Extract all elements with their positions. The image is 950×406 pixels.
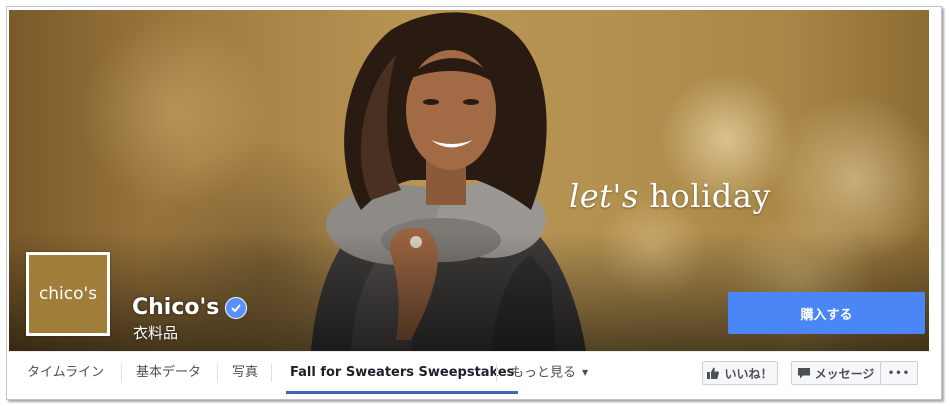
tab-timeline[interactable]: タイムライン <box>27 352 104 394</box>
tab-more-label: もっと見る <box>511 365 577 381</box>
message-icon <box>797 368 810 379</box>
profile-picture[interactable]: chico's <box>26 252 110 336</box>
tab-photos[interactable]: 写真 <box>232 352 258 394</box>
cover-tagline: let's holiday <box>569 177 771 215</box>
tab-more[interactable]: もっと見る ▼ <box>511 352 588 394</box>
tab-divider <box>217 364 218 382</box>
tab-sweepstakes[interactable]: Fall for Sweaters Sweepstakes <box>286 352 519 394</box>
tagline-italic: let's <box>569 177 639 215</box>
message-label: メッセージ <box>814 366 875 381</box>
tab-divider <box>496 364 497 382</box>
buy-button[interactable]: 購入する <box>728 292 925 334</box>
cover-photo[interactable]: let's holiday Chico's 衣料品 購入する <box>9 10 929 351</box>
caret-down-icon: ▼ <box>582 368 589 377</box>
more-options-icon[interactable]: ••• <box>880 361 918 385</box>
tab-divider <box>271 364 272 382</box>
page-nav-bar: タイムライン 基本データ 写真 Fall for Sweaters Sweeps… <box>9 351 929 394</box>
page-name[interactable]: Chico's <box>132 295 248 320</box>
verified-badge-icon <box>225 296 248 319</box>
like-button[interactable]: いいね！ <box>702 361 778 385</box>
tab-divider <box>121 364 122 382</box>
thumbs-up-icon <box>707 367 720 379</box>
message-button[interactable]: メッセージ <box>791 361 881 385</box>
page-name-text[interactable]: Chico's <box>132 295 219 320</box>
page-category[interactable]: 衣料品 <box>133 322 178 343</box>
like-label: いいね！ <box>724 366 773 381</box>
profile-logo-text: chico's <box>38 284 98 304</box>
tab-about[interactable]: 基本データ <box>136 352 201 394</box>
tagline-rest: holiday <box>649 177 771 215</box>
